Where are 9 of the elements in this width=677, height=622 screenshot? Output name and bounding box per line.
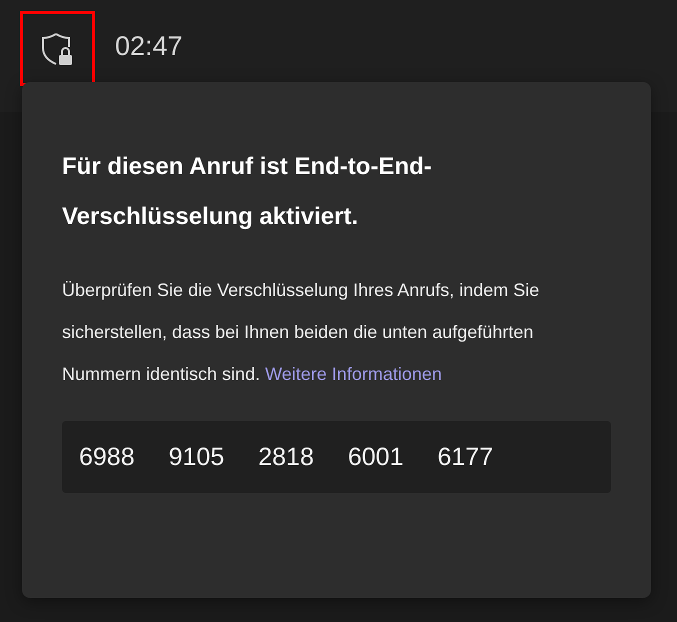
popup-title: Für diesen Anruf ist End-to-End-Verschlüsselung aktiviert. <box>62 152 433 232</box>
security-code: 6177 <box>438 442 494 472</box>
security-code: 9105 <box>168 442 224 472</box>
security-code: 6988 <box>79 442 135 472</box>
popup-description: Überprüfen Sie die Verschlüsselung Ihres Anrufs, indem Sie sicherstellen, dass bei Ihnen beiden die unten aufgeführten Nummern identisch sind. Weitere Informationen <box>62 279 540 386</box>
call-timer: 02:47 <box>115 31 183 62</box>
more-info-link[interactable]: Weitere Informationen <box>265 364 442 384</box>
security-code: 6001 <box>348 442 404 472</box>
security-code: 2818 <box>258 442 314 472</box>
